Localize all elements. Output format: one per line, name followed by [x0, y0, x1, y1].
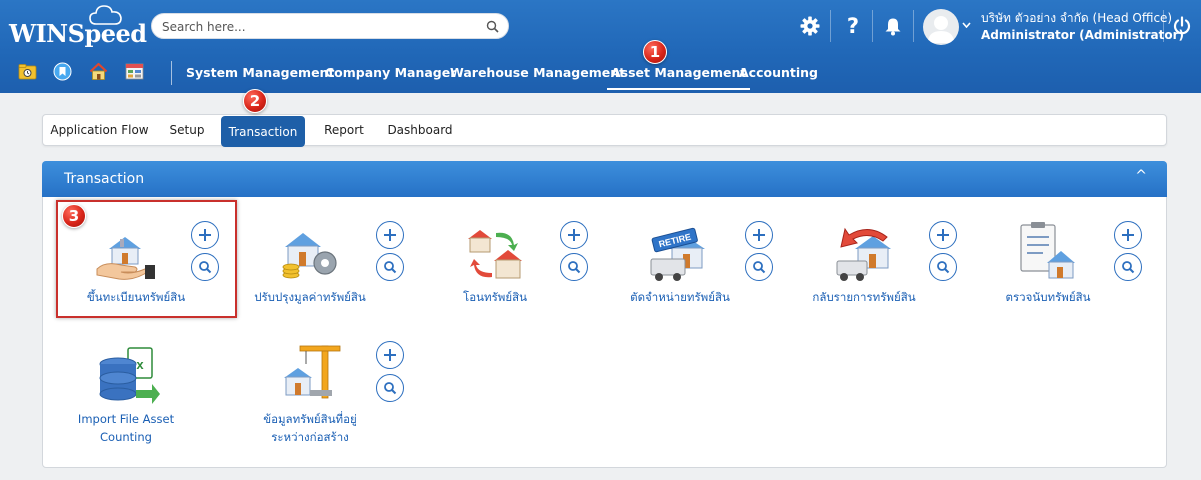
tile-7-label[interactable]: Import File Asset Counting: [66, 410, 186, 446]
header-divider: [872, 10, 873, 42]
chevron-down-icon[interactable]: [962, 22, 971, 28]
plus-icon: [1122, 229, 1134, 241]
folder-icon[interactable]: [18, 62, 37, 81]
tile-1-add-button[interactable]: [191, 221, 219, 249]
cloud-icon: [89, 5, 122, 25]
power-icon[interactable]: [1170, 14, 1194, 38]
tab-setup[interactable]: Setup: [161, 115, 213, 145]
nav-asset-management[interactable]: Asset Management: [606, 65, 751, 90]
asset-reverse-icon[interactable]: [829, 219, 899, 289]
tile-1-search-button[interactable]: [191, 253, 219, 281]
tile-2-search-button[interactable]: [376, 253, 404, 281]
tile-5-label[interactable]: กลับรายการทรัพย์สิน: [804, 288, 924, 306]
tile-3-label[interactable]: โอนทรัพย์สิน: [435, 288, 555, 306]
nav-divider: [171, 61, 172, 85]
tile-7-label-line1: Import File Asset: [77, 412, 175, 426]
step-badge-1: 1: [643, 40, 667, 64]
tile-8-label-line2: ระหว่างก่อสร้าง: [271, 430, 349, 444]
step-badge-2: 2: [243, 89, 267, 113]
panel-title: Transaction: [64, 171, 145, 187]
search-icon: [199, 261, 212, 274]
tab-transaction[interactable]: Transaction: [221, 116, 305, 147]
tile-5-add-button[interactable]: [929, 221, 957, 249]
nav-system-management[interactable]: System Management: [186, 65, 334, 80]
header-divider: [913, 10, 914, 42]
app-header: WINSpeed ?: [0, 0, 1201, 93]
tile-2-add-button[interactable]: [376, 221, 404, 249]
plus-icon: [937, 229, 949, 241]
tab-dashboard[interactable]: Dashboard: [383, 115, 457, 145]
grid-icon[interactable]: [125, 62, 144, 81]
tile-8-add-button[interactable]: [376, 341, 404, 369]
plus-icon: [568, 229, 580, 241]
import-excel-icon[interactable]: x: [92, 340, 162, 410]
nav-company-manager[interactable]: Company Manager: [325, 65, 456, 80]
tile-4-search-button[interactable]: [745, 253, 773, 281]
svg-text:x: x: [136, 357, 144, 372]
tile-3-add-button[interactable]: [560, 221, 588, 249]
plus-icon: [199, 229, 211, 241]
asset-retire-icon[interactable]: RETIRE: [645, 219, 715, 289]
tile-8-label-line1: ข้อมูลทรัพย์สินที่อยู่: [263, 412, 357, 426]
nav-accounting[interactable]: Accounting: [739, 65, 818, 80]
tile-6-search-button[interactable]: [1114, 253, 1142, 281]
tile-6-label[interactable]: ตรวจนับทรัพย์สิน: [988, 288, 1108, 306]
user-info[interactable]: บริษัท ตัวอย่าง จำกัด (Head Office) Admi…: [981, 10, 1184, 44]
search-icon: [937, 261, 950, 274]
construction-crane-icon[interactable]: [276, 338, 346, 408]
collapse-chevron-icon[interactable]: ^: [1135, 168, 1147, 184]
tile-6-add-button[interactable]: [1114, 221, 1142, 249]
search-icon[interactable]: [486, 20, 499, 33]
tile-8-search-button[interactable]: [376, 374, 404, 402]
transaction-panel: Transaction ^: [42, 161, 1167, 468]
search-icon: [384, 382, 397, 395]
home-icon[interactable]: [89, 62, 108, 81]
header-divider: [1163, 10, 1164, 42]
search-input[interactable]: [162, 17, 482, 36]
tile-7-label-line2: Counting: [100, 430, 152, 444]
search-box[interactable]: [151, 13, 509, 39]
asset-count-icon[interactable]: [1013, 219, 1083, 289]
tile-4-label[interactable]: ตัดจำหน่ายทรัพย์สิน: [620, 288, 740, 306]
tile-3-search-button[interactable]: [560, 253, 588, 281]
app-logo[interactable]: WINSpeed: [9, 19, 147, 48]
search-icon: [568, 261, 581, 274]
tile-8-label[interactable]: ข้อมูลทรัพย์สินที่อยู่ ระหว่างก่อสร้าง: [250, 410, 370, 446]
search-icon: [384, 261, 397, 274]
tile-4-add-button[interactable]: [745, 221, 773, 249]
tile-2-label[interactable]: ปรับปรุงมูลค่าทรัพย์สิน: [250, 288, 370, 306]
bell-icon[interactable]: [881, 14, 905, 38]
panel-header: Transaction ^: [42, 161, 1167, 197]
gear-icon[interactable]: [798, 14, 822, 38]
header-divider: [830, 10, 831, 42]
tile-1-label[interactable]: ขึ้นทะเบียนทรัพย์สิน: [76, 288, 196, 306]
tab-application-flow[interactable]: Application Flow: [47, 115, 152, 145]
sub-tab-bar: Application Flow Setup Transaction Repor…: [42, 114, 1167, 147]
bookmark-icon[interactable]: [53, 62, 72, 81]
search-icon: [1122, 261, 1135, 274]
tab-report[interactable]: Report: [314, 115, 374, 145]
plus-icon: [384, 349, 396, 361]
plus-icon: [753, 229, 765, 241]
help-icon[interactable]: ?: [841, 14, 865, 38]
company-name: บริษัท ตัวอย่าง จำกัด (Head Office): [981, 11, 1173, 25]
avatar[interactable]: [923, 9, 959, 45]
asset-revalue-icon[interactable]: [275, 219, 345, 289]
tile-5-search-button[interactable]: [929, 253, 957, 281]
search-icon: [753, 261, 766, 274]
asset-transfer-icon[interactable]: [460, 219, 530, 289]
user-role: Administrator (Administrator): [981, 28, 1185, 42]
asset-register-icon[interactable]: [91, 219, 161, 289]
plus-icon: [384, 229, 396, 241]
nav-warehouse-management[interactable]: Warehouse Management: [450, 65, 625, 80]
step-badge-3: 3: [62, 204, 86, 228]
